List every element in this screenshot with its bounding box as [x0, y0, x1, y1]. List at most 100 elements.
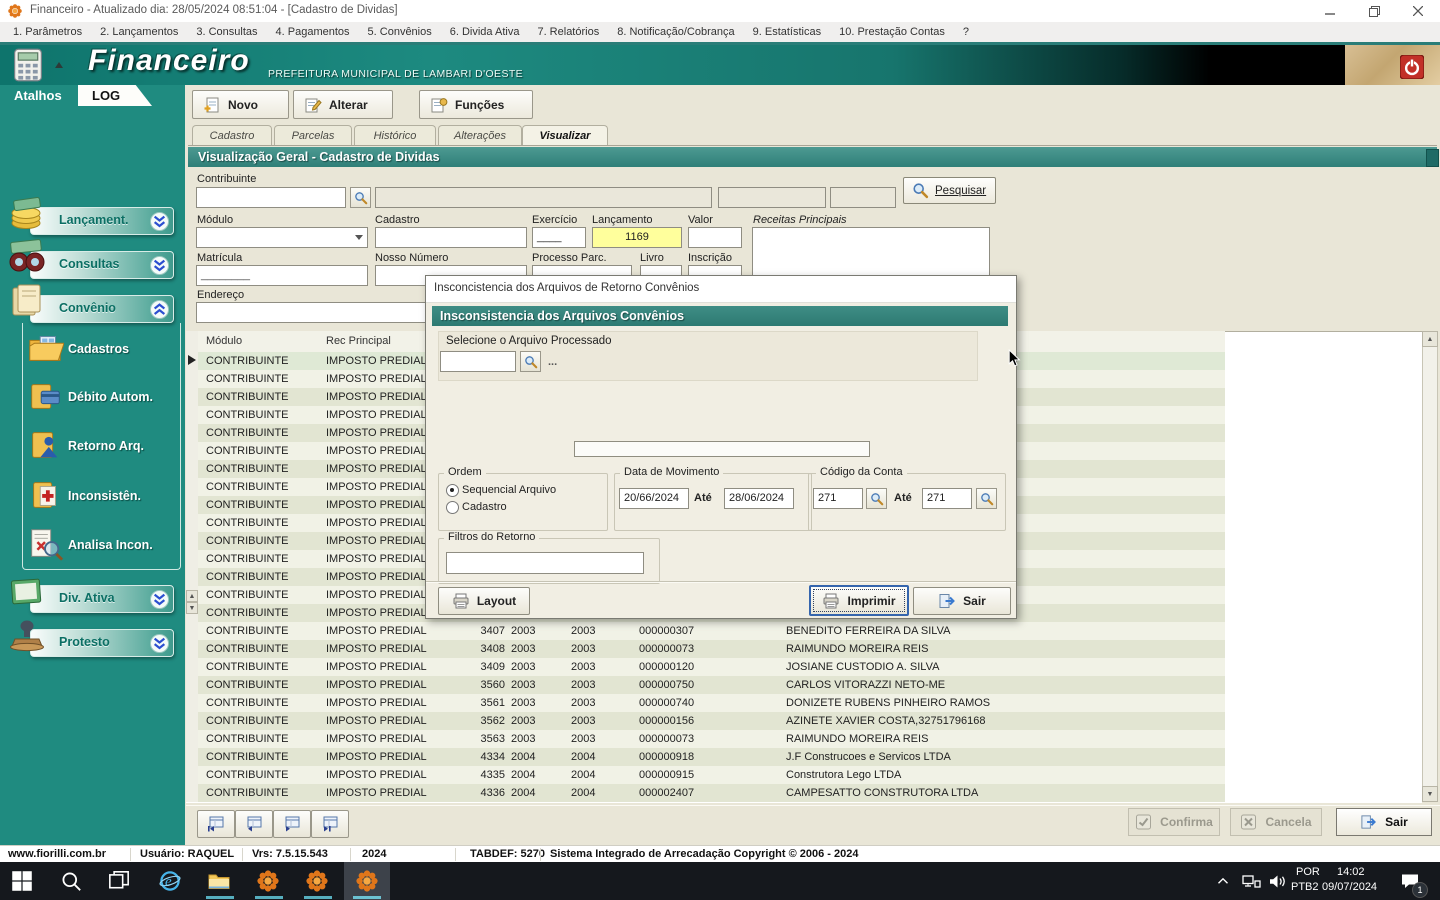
fiorilli-app-2-button[interactable] — [295, 862, 339, 900]
sidebar-item-debitoautom[interactable]: Débito Autom. — [22, 375, 178, 421]
clock-time[interactable]: 14:02 — [1337, 866, 1365, 878]
chevron-down-icon[interactable] — [150, 212, 169, 231]
novo-button[interactable]: Novo — [192, 90, 289, 119]
next-record-button[interactable] — [273, 810, 311, 838]
tab-parcelas[interactable]: Parcelas — [274, 125, 352, 146]
menu-item-5[interactable]: 5. Convênios — [359, 24, 441, 40]
internet-explorer-button[interactable]: e — [148, 862, 192, 900]
menu-item-3[interactable]: 3. Consultas — [187, 24, 266, 40]
cadastro-input[interactable] — [375, 227, 527, 248]
scroll-down-button[interactable]: ▼ — [186, 602, 198, 614]
first-record-button[interactable] — [197, 810, 235, 838]
table-row[interactable]: CONTRIBUINTEIMPOSTO PREDIAL3562200320030… — [198, 712, 1225, 730]
radio-cadastro[interactable] — [446, 501, 459, 514]
contribuinte-search-button[interactable] — [350, 187, 371, 208]
prior-record-button[interactable] — [235, 810, 273, 838]
sidebar-item-retornoarq[interactable]: Retorno Arq. — [22, 424, 178, 470]
sidebar-group-protesto[interactable]: Protesto — [30, 629, 174, 657]
file-explorer-button[interactable] — [197, 862, 241, 900]
dialog-titlebar[interactable]: Insconcistencia dos Arquivos de Retorno … — [426, 276, 1016, 303]
sidebar-group-lancamentos[interactable]: Lançament. — [30, 207, 174, 235]
task-view-button[interactable] — [97, 862, 141, 900]
tray-chevron-button[interactable] — [1208, 862, 1238, 900]
pesquisar-button[interactable]: Pesquisar — [903, 177, 996, 204]
volume-tray-icon[interactable] — [1262, 862, 1292, 900]
table-row[interactable]: CONTRIBUINTEIMPOSTO PREDIAL3561200320030… — [198, 694, 1225, 712]
lancamento-input[interactable]: 1169 — [592, 227, 682, 248]
chevron-down-icon[interactable] — [150, 634, 169, 653]
imprimir-button[interactable]: Imprimir — [809, 585, 909, 616]
menu-item-6[interactable]: 6. Divida Ativa — [441, 24, 529, 40]
sidebar-tab-log[interactable]: LOG — [78, 85, 152, 106]
taskbar-search-button[interactable] — [49, 862, 93, 900]
chevron-up-icon[interactable] — [150, 300, 169, 319]
menu-item-4[interactable]: 4. Pagamentos — [267, 24, 359, 40]
clock-date[interactable]: 09/07/2024 — [1322, 881, 1377, 893]
sidebar-group-convenio[interactable]: Convênio — [30, 295, 174, 323]
conta-ate-input[interactable]: 271 — [922, 488, 972, 509]
menu-item-2[interactable]: 2. Lançamentos — [91, 24, 187, 40]
conta-de-input[interactable]: 271 — [813, 488, 863, 509]
sidebar-item-cadastros[interactable]: Cadastros — [22, 327, 178, 373]
table-row[interactable]: CONTRIBUINTEIMPOSTO PREDIAL3563200320030… — [198, 730, 1225, 748]
chevron-down-icon[interactable] — [150, 590, 169, 609]
restore-button[interactable] — [1352, 0, 1396, 22]
last-record-button[interactable] — [311, 810, 349, 838]
table-row[interactable]: CONTRIBUINTEIMPOSTO PREDIAL4334200420040… — [198, 748, 1225, 766]
conta-ate-search-button[interactable] — [976, 488, 997, 509]
keyboard-layout[interactable]: PTB2 — [1291, 881, 1319, 893]
sidebar-group-consultas[interactable]: Consultas — [30, 251, 174, 279]
scroll-up-button[interactable]: ▲ — [186, 590, 198, 602]
start-button[interactable] — [0, 862, 44, 900]
receitas-box[interactable] — [752, 227, 990, 278]
menu-item-1[interactable]: 1. Parâmetros — [4, 24, 91, 40]
tab-alteracoes[interactable]: Alterações — [438, 125, 522, 146]
close-icon[interactable] — [1396, 0, 1440, 22]
menu-item-10[interactable]: 10. Prestação Contas — [830, 24, 954, 40]
modulo-select[interactable] — [196, 227, 368, 248]
data-ate-input[interactable]: 28/06/2024 — [724, 488, 794, 509]
valor-input[interactable] — [688, 227, 742, 248]
table-row[interactable]: CONTRIBUINTEIMPOSTO PREDIAL3408200320030… — [198, 640, 1225, 658]
collapse-arrow-icon[interactable] — [55, 62, 63, 68]
radio-cadastro-label[interactable]: Cadastro — [462, 501, 507, 513]
funcoes-button[interactable]: Funções — [419, 90, 533, 119]
layout-button[interactable]: Layout — [438, 587, 530, 615]
filtros-select[interactable] — [446, 552, 644, 574]
conta-de-search-button[interactable] — [866, 488, 887, 509]
chevron-down-icon[interactable] — [150, 256, 169, 275]
arquivo-input[interactable] — [440, 351, 516, 372]
tab-cadastro[interactable]: Cadastro — [192, 125, 272, 146]
sidebar-item-analisaincon[interactable]: Analisa Incon. — [22, 523, 178, 569]
minimize-button[interactable] — [1308, 0, 1352, 22]
grid-header-rec[interactable]: Rec Principal — [326, 335, 391, 347]
radio-sequencial-label[interactable]: Sequencial Arquivo — [462, 484, 556, 496]
menu-item-9[interactable]: 9. Estatísticas — [744, 24, 830, 40]
sair-button[interactable]: Sair — [1336, 808, 1432, 836]
tab-historico[interactable]: Histórico — [354, 125, 436, 146]
sidebar-tab-atalhos[interactable]: Atalhos — [14, 88, 62, 103]
matricula-input[interactable]: ________ — [196, 265, 368, 286]
dialog-sair-button[interactable]: Sair — [913, 587, 1011, 615]
data-de-input[interactable]: 20/66/2024 — [619, 488, 689, 509]
sidebar-group-div-ativa[interactable]: Div. Ativa — [30, 585, 174, 613]
table-row[interactable]: CONTRIBUINTEIMPOSTO PREDIAL4336200420040… — [198, 784, 1225, 802]
table-row[interactable]: CONTRIBUINTEIMPOSTO PREDIAL3560200320030… — [198, 676, 1225, 694]
menu-item-11[interactable]: ? — [954, 24, 978, 40]
fiorilli-app-3-button-active[interactable] — [345, 862, 389, 900]
table-row[interactable]: CONTRIBUINTEIMPOSTO PREDIAL3407200320030… — [198, 622, 1225, 640]
grid-vertical-scrollbar[interactable] — [1422, 331, 1438, 802]
tab-visualizar[interactable]: Visualizar — [522, 125, 608, 146]
scroll-down-button[interactable]: ▼ — [1422, 786, 1438, 802]
caption-end-button[interactable] — [1426, 149, 1439, 167]
table-row[interactable]: CONTRIBUINTEIMPOSTO PREDIAL3409200320030… — [198, 658, 1225, 676]
menu-item-7[interactable]: 7. Relatórios — [528, 24, 608, 40]
exercicio-input[interactable]: ____ — [532, 227, 586, 248]
alterar-button[interactable]: Alterar — [293, 90, 393, 119]
menu-item-8[interactable]: 8. Notificação/Cobrança — [608, 24, 743, 40]
scroll-up-button[interactable]: ▲ — [1422, 331, 1438, 347]
language-indicator[interactable]: POR — [1296, 866, 1320, 878]
sidebar-item-inconsisten[interactable]: Inconsistên. — [22, 474, 178, 520]
power-button[interactable] — [1400, 55, 1424, 79]
grid-header-modulo[interactable]: Módulo — [206, 335, 242, 347]
